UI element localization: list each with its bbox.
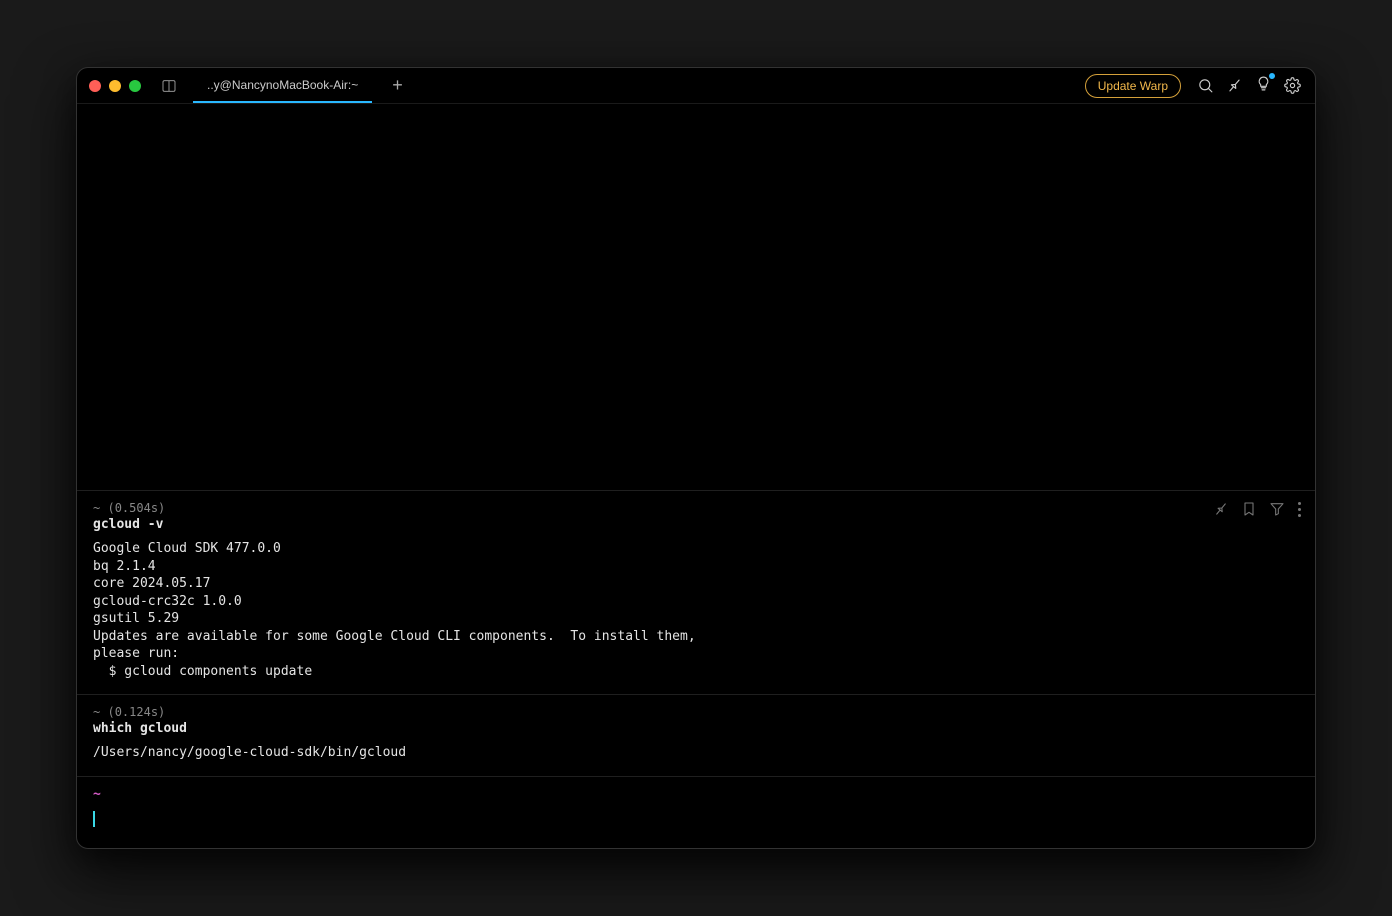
command-output: /Users/nancy/google-cloud-sdk/bin/gcloud xyxy=(93,744,1299,762)
split-pane-icon[interactable] xyxy=(161,78,177,94)
cwd-label: ~ xyxy=(93,501,100,515)
prompt-cwd: ~ xyxy=(93,787,1299,802)
close-window-button[interactable] xyxy=(89,80,101,92)
command-output: Google Cloud SDK 477.0.0 bq 2.1.4 core 2… xyxy=(93,540,1299,680)
tab-active[interactable]: ..y@NancynoMacBook-Air:~ xyxy=(193,69,372,103)
cwd-label: ~ xyxy=(93,705,100,719)
command-text: which gcloud xyxy=(93,721,1299,736)
more-actions-button[interactable] xyxy=(1297,501,1301,517)
command-text: gcloud -v xyxy=(93,517,1299,532)
update-warp-button[interactable]: Update Warp xyxy=(1085,74,1181,98)
prompt-block[interactable]: ~ xyxy=(77,776,1315,848)
pin-icon[interactable] xyxy=(1223,74,1247,98)
timing-label: (0.124s) xyxy=(107,705,165,719)
block-meta: ~ (0.124s) xyxy=(93,705,1299,719)
terminal-content[interactable]: ~ (0.504s) gcloud -v Google Cloud SDK 47… xyxy=(77,104,1315,848)
command-input[interactable] xyxy=(93,810,1299,828)
filter-icon[interactable] xyxy=(1269,501,1285,517)
ai-suggestions-button[interactable] xyxy=(1255,75,1272,96)
traffic-lights xyxy=(89,80,141,92)
block-meta: ~ (0.504s) xyxy=(93,501,1299,515)
tab-title: ..y@NancynoMacBook-Air:~ xyxy=(207,78,358,92)
command-block[interactable]: ~ (0.124s) which gcloud /Users/nancy/goo… xyxy=(77,694,1315,776)
block-toolbar xyxy=(1213,501,1301,517)
minimize-window-button[interactable] xyxy=(109,80,121,92)
notification-dot xyxy=(1269,73,1275,79)
cursor xyxy=(93,811,95,827)
pin-icon[interactable] xyxy=(1210,498,1233,521)
zoom-window-button[interactable] xyxy=(129,80,141,92)
titlebar-actions xyxy=(1197,75,1301,96)
new-tab-button[interactable]: + xyxy=(380,75,415,96)
command-block[interactable]: ~ (0.504s) gcloud -v Google Cloud SDK 47… xyxy=(77,490,1315,694)
timing-label: (0.504s) xyxy=(107,501,165,515)
titlebar: ..y@NancynoMacBook-Air:~ + Update Warp xyxy=(77,68,1315,104)
terminal-window: ..y@NancynoMacBook-Air:~ + Update Warp xyxy=(76,67,1316,849)
bookmark-icon[interactable] xyxy=(1241,501,1257,517)
empty-scrollback xyxy=(77,104,1315,490)
search-icon[interactable] xyxy=(1197,77,1214,94)
gear-icon[interactable] xyxy=(1284,77,1301,94)
